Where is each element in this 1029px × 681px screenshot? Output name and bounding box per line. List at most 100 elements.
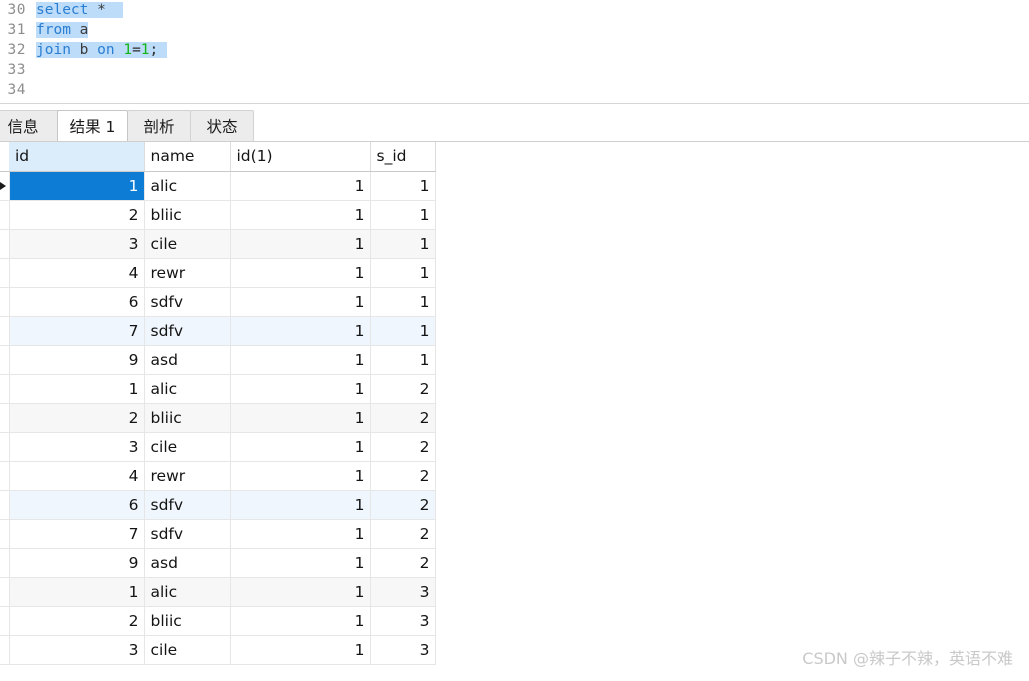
table-cell-s-id[interactable]: 2 bbox=[370, 548, 436, 578]
code-text[interactable]: select * bbox=[36, 0, 124, 20]
table-row[interactable]: 1 alic 1 2 bbox=[0, 374, 436, 404]
table-cell-s-id[interactable]: 1 bbox=[370, 316, 436, 346]
code-text[interactable]: from a bbox=[36, 20, 89, 40]
table-cell-name[interactable]: alic bbox=[144, 577, 231, 607]
table-cell-s-id[interactable]: 2 bbox=[370, 432, 436, 462]
table-cell-id-1-[interactable]: 1 bbox=[230, 374, 371, 404]
table-row[interactable]: 4 rewr 1 2 bbox=[0, 461, 436, 491]
table-cell-id[interactable]: 2 bbox=[9, 403, 145, 433]
tab-1[interactable]: 信息 bbox=[0, 110, 60, 141]
table-cell-id-1-[interactable]: 1 bbox=[230, 258, 371, 288]
row-gutter-cell[interactable] bbox=[0, 374, 10, 404]
table-cell-name[interactable]: bliic bbox=[144, 606, 231, 636]
table-cell-s-id[interactable]: 1 bbox=[370, 200, 436, 230]
table-cell-id-1-[interactable]: 1 bbox=[230, 171, 371, 201]
table-cell-id[interactable]: 3 bbox=[9, 229, 145, 259]
table-cell-id-1-[interactable]: 1 bbox=[230, 519, 371, 549]
table-row[interactable]: 2 bliic 1 2 bbox=[0, 403, 436, 433]
table-cell-id[interactable]: 4 bbox=[9, 258, 145, 288]
table-cell-id[interactable]: 1 bbox=[9, 171, 145, 201]
table-cell-s-id[interactable]: 1 bbox=[370, 229, 436, 259]
row-gutter-cell[interactable] bbox=[0, 519, 10, 549]
table-cell-s-id[interactable]: 3 bbox=[370, 635, 436, 665]
table-cell-name[interactable]: asd bbox=[144, 548, 231, 578]
table-cell-s-id[interactable]: 2 bbox=[370, 374, 436, 404]
table-row[interactable]: 4 rewr 1 1 bbox=[0, 258, 436, 288]
row-gutter-cell[interactable] bbox=[0, 258, 10, 288]
sql-editor[interactable]: 30 select * 31 from a 32 join b on 1=1; 33 34 bbox=[0, 0, 1029, 104]
tab-3[interactable]: 剖析 bbox=[127, 110, 191, 141]
table-cell-name[interactable]: bliic bbox=[144, 200, 231, 230]
row-gutter-cell[interactable] bbox=[0, 548, 10, 578]
row-gutter-cell[interactable] bbox=[0, 635, 10, 665]
row-gutter-cell[interactable] bbox=[0, 606, 10, 636]
table-cell-id[interactable]: 9 bbox=[9, 548, 145, 578]
table-row[interactable]: 2 bliic 1 1 bbox=[0, 200, 436, 230]
tab-4[interactable]: 状态 bbox=[190, 110, 254, 141]
column-header-id[interactable]: id bbox=[9, 142, 145, 172]
table-cell-name[interactable]: bliic bbox=[144, 403, 231, 433]
table-row[interactable]: 7 sdfv 1 1 bbox=[0, 316, 436, 346]
table-cell-id-1-[interactable]: 1 bbox=[230, 403, 371, 433]
row-gutter-cell[interactable] bbox=[0, 403, 10, 433]
table-cell-id-1-[interactable]: 1 bbox=[230, 606, 371, 636]
row-gutter-cell[interactable] bbox=[0, 200, 10, 230]
row-gutter-cell[interactable] bbox=[0, 171, 10, 201]
table-cell-id-1-[interactable]: 1 bbox=[230, 287, 371, 317]
table-row[interactable]: 1 alic 1 1 bbox=[0, 171, 436, 201]
table-cell-id-1-[interactable]: 1 bbox=[230, 490, 371, 520]
row-gutter-cell[interactable] bbox=[0, 490, 10, 520]
table-row[interactable]: 3 cile 1 3 bbox=[0, 635, 436, 665]
table-cell-name[interactable]: alic bbox=[144, 374, 231, 404]
table-cell-name[interactable]: rewr bbox=[144, 258, 231, 288]
table-cell-name[interactable]: asd bbox=[144, 345, 231, 375]
column-header-id-1-[interactable]: id(1) bbox=[230, 142, 371, 172]
row-gutter-cell[interactable] bbox=[0, 287, 10, 317]
table-cell-id-1-[interactable]: 1 bbox=[230, 345, 371, 375]
table-cell-id-1-[interactable]: 1 bbox=[230, 200, 371, 230]
table-row[interactable]: 3 cile 1 1 bbox=[0, 229, 436, 259]
table-cell-id-1-[interactable]: 1 bbox=[230, 548, 371, 578]
table-cell-name[interactable]: sdfv bbox=[144, 519, 231, 549]
table-cell-id[interactable]: 3 bbox=[9, 635, 145, 665]
column-header-s-id[interactable]: s_id bbox=[370, 142, 436, 172]
table-row[interactable]: 9 asd 1 1 bbox=[0, 345, 436, 375]
result-grid[interactable]: id name id(1) s_id 1 alic 1 1 2 bliic 1 1 3 cile 1 1 4 r… bbox=[0, 141, 1029, 681]
table-cell-s-id[interactable]: 1 bbox=[370, 345, 436, 375]
table-cell-id[interactable]: 2 bbox=[9, 606, 145, 636]
table-row[interactable]: 7 sdfv 1 2 bbox=[0, 519, 436, 549]
table-row[interactable]: 3 cile 1 2 bbox=[0, 432, 436, 462]
table-cell-s-id[interactable]: 2 bbox=[370, 490, 436, 520]
table-cell-s-id[interactable]: 2 bbox=[370, 461, 436, 491]
table-cell-name[interactable]: sdfv bbox=[144, 316, 231, 346]
table-cell-id[interactable]: 6 bbox=[9, 490, 145, 520]
table-row[interactable]: 9 asd 1 2 bbox=[0, 548, 436, 578]
table-row[interactable]: 2 bliic 1 3 bbox=[0, 606, 436, 636]
table-cell-s-id[interactable]: 1 bbox=[370, 258, 436, 288]
table-row[interactable]: 1 alic 1 3 bbox=[0, 577, 436, 607]
table-cell-s-id[interactable]: 2 bbox=[370, 519, 436, 549]
table-cell-id[interactable]: 4 bbox=[9, 461, 145, 491]
table-cell-id[interactable]: 3 bbox=[9, 432, 145, 462]
table-row[interactable]: 6 sdfv 1 2 bbox=[0, 490, 436, 520]
code-text[interactable]: join b on 1=1; bbox=[36, 40, 167, 60]
table-cell-name[interactable]: cile bbox=[144, 229, 231, 259]
table-cell-id[interactable]: 1 bbox=[9, 577, 145, 607]
table-cell-id-1-[interactable]: 1 bbox=[230, 461, 371, 491]
table-cell-name[interactable]: cile bbox=[144, 432, 231, 462]
column-header-name[interactable]: name bbox=[144, 142, 231, 172]
row-gutter-cell[interactable] bbox=[0, 229, 10, 259]
table-cell-id-1-[interactable]: 1 bbox=[230, 432, 371, 462]
row-gutter-cell[interactable] bbox=[0, 577, 10, 607]
table-cell-s-id[interactable]: 2 bbox=[370, 403, 436, 433]
table-cell-s-id[interactable]: 1 bbox=[370, 287, 436, 317]
table-cell-id[interactable]: 6 bbox=[9, 287, 145, 317]
table-cell-name[interactable]: rewr bbox=[144, 461, 231, 491]
table-cell-id[interactable]: 7 bbox=[9, 519, 145, 549]
tab-2[interactable]: 结果 1 bbox=[57, 110, 128, 141]
table-row[interactable]: 6 sdfv 1 1 bbox=[0, 287, 436, 317]
table-cell-id[interactable]: 9 bbox=[9, 345, 145, 375]
table-cell-id-1-[interactable]: 1 bbox=[230, 316, 371, 346]
table-cell-id-1-[interactable]: 1 bbox=[230, 635, 371, 665]
table-cell-id-1-[interactable]: 1 bbox=[230, 229, 371, 259]
